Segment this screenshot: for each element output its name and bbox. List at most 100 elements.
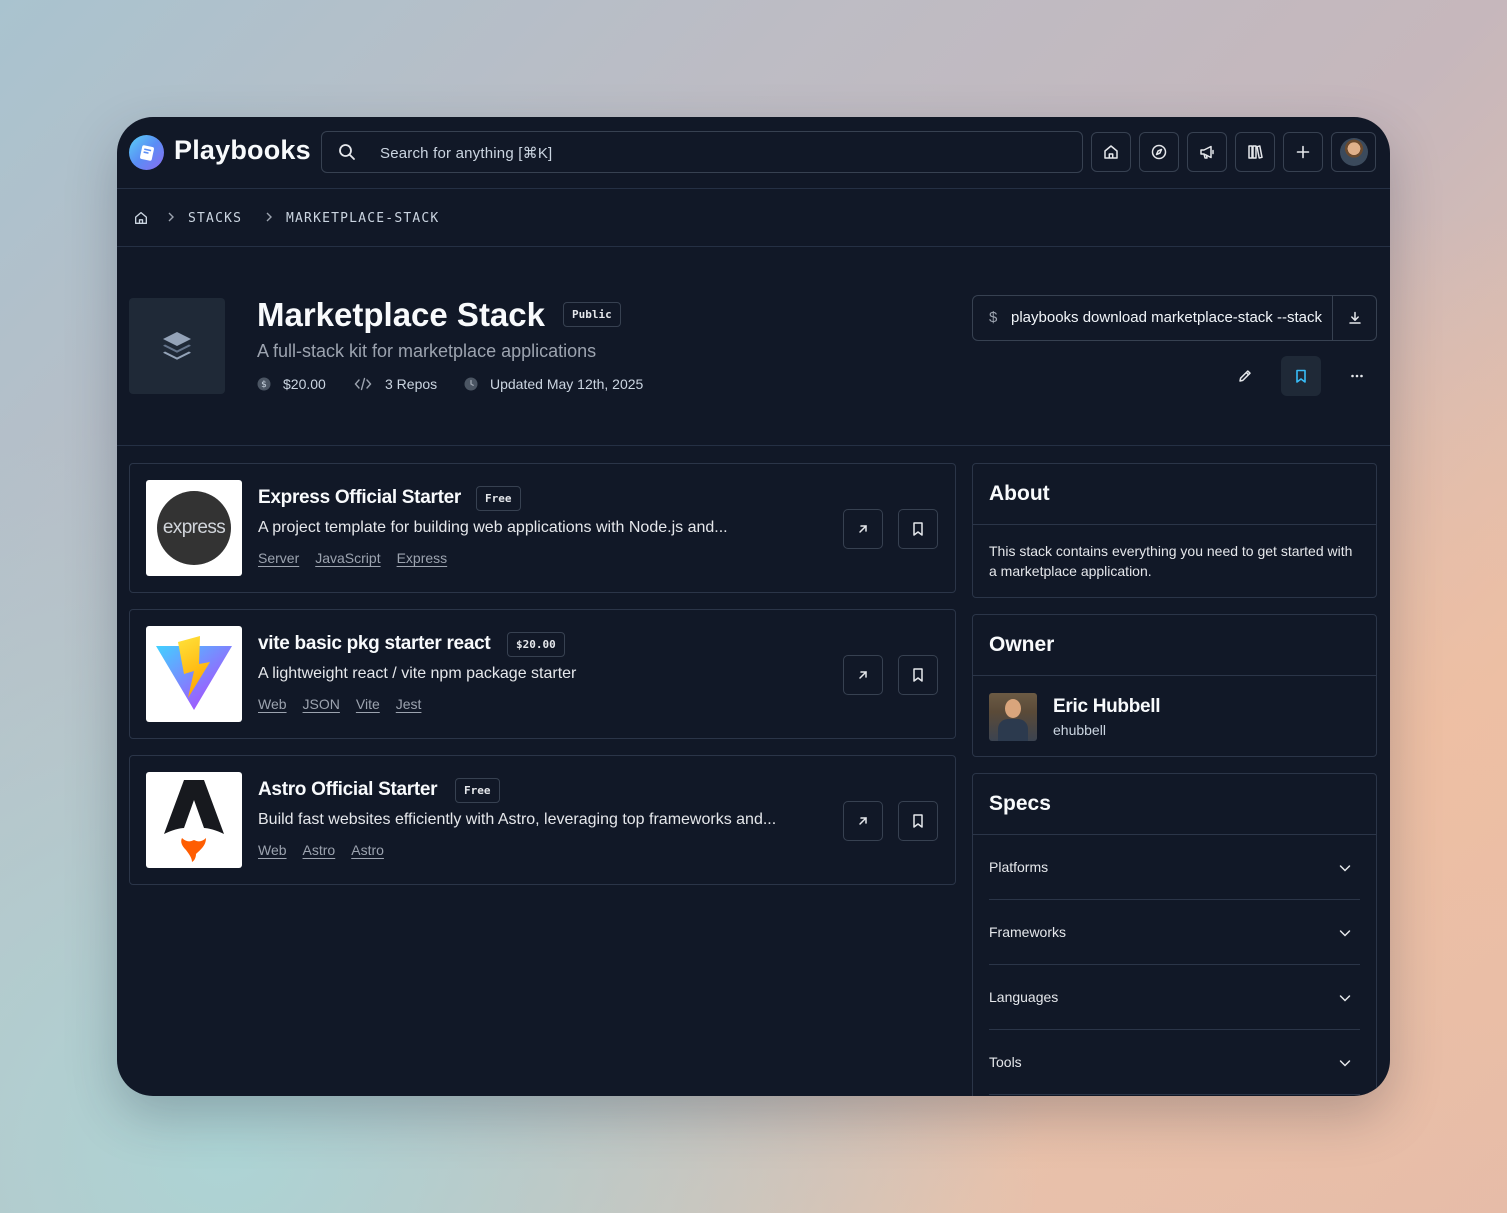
bookmark-icon [913,668,923,682]
tag-link[interactable]: Web [258,842,287,858]
spec-label: Frameworks [989,924,1067,940]
breadcrumb-stacks[interactable]: STACKS [188,211,242,226]
repo-tags: Server JavaScript Express [258,550,447,566]
about-text: This stack contains everything you need … [989,543,1353,579]
command-prefix: $ [989,309,998,326]
bookmark-icon [913,814,923,828]
open-repo-button[interactable] [843,509,883,549]
express-logo: express [146,480,242,576]
spec-accordion-platforms[interactable]: Platforms [989,835,1360,900]
owner-card[interactable]: Eric Hubbell ehubbell [973,676,1376,756]
vite-logo [146,626,242,722]
more-horizontal-icon [1351,374,1363,378]
tag-link[interactable]: JSON [303,696,340,712]
tag-link[interactable]: Astro [351,842,384,858]
tag-link[interactable]: Jest [396,696,422,712]
stack-layers-icon [129,298,225,394]
repo-name[interactable]: Astro Official Starter [258,779,438,801]
stack-subtitle: A full-stack kit for marketplace applica… [257,341,597,361]
compass-icon [1151,144,1167,160]
search-icon [337,142,357,167]
explore-button[interactable] [1139,132,1179,172]
arrow-up-right-icon [859,525,867,533]
create-button[interactable] [1283,132,1323,172]
tag-link[interactable]: Express [397,550,448,566]
page-title: Marketplace Stack [257,296,545,333]
repo-description: A project template for building web appl… [258,519,728,536]
chevron-down-icon [1338,1056,1352,1075]
visibility-badge: Public [563,302,621,327]
avatar [1339,138,1368,166]
library-button[interactable] [1235,132,1275,172]
owner-title: Owner [973,615,1376,676]
breadcrumb: STACKS MARKETPLACE-STACK [117,190,1390,247]
repo-card[interactable]: vite basic pkg starter react $20.00 A li… [129,609,956,739]
bookmark-repo-button[interactable] [898,509,938,549]
top-bar: Playbooks Search for anything [⌘K] [117,117,1390,189]
arrow-up-right-icon [859,817,867,825]
bookmark-repo-button[interactable] [898,655,938,695]
brand-name[interactable]: Playbooks [174,135,311,166]
tag-link[interactable]: Astro [303,842,336,858]
open-repo-button[interactable] [843,801,883,841]
svg-text:$: $ [261,380,267,390]
about-title: About [973,464,1376,525]
edit-button[interactable] [1225,356,1265,396]
search-input[interactable]: Search for anything [⌘K] [321,131,1083,173]
spec-accordion-frameworks[interactable]: Frameworks [989,900,1360,965]
breadcrumb-home-icon[interactable] [133,210,149,231]
open-repo-button[interactable] [843,655,883,695]
chevron-right-icon [262,210,276,229]
updated-date: Updated May 12th, 2025 [490,376,644,392]
spec-accordion-tools[interactable]: Tools [989,1030,1360,1095]
clock-icon [464,377,478,396]
tag-link[interactable]: Server [258,550,299,566]
spec-accordion-languages[interactable]: Languages [989,965,1360,1030]
chevron-right-icon [164,210,178,229]
price-badge: Free [476,486,521,511]
bookmark-repo-button[interactable] [898,801,938,841]
price-badge: $20.00 [507,632,565,657]
repo-card[interactable]: express Express Official Starter Free A … [129,463,956,593]
chevron-down-icon [1338,991,1352,1010]
tag-link[interactable]: JavaScript [315,550,380,566]
repo-card[interactable]: Astro Official Starter Free Build fast w… [129,755,956,885]
owner-name[interactable]: Eric Hubbell [1053,696,1161,718]
owner-panel: Owner Eric Hubbell ehubbell [972,614,1377,757]
download-command-box[interactable]: $ playbooks download marketplace-stack -… [972,295,1377,341]
spec-label: Platforms [989,859,1049,875]
playbooks-logo-icon[interactable] [129,135,164,170]
download-button[interactable] [1332,296,1376,340]
user-avatar-button[interactable] [1331,132,1376,172]
chevron-down-icon [1338,926,1352,945]
price-icon: $ [257,377,271,396]
download-command[interactable]: playbooks download marketplace-stack --s… [1011,309,1323,326]
express-logo-text: express [162,517,226,538]
repo-description: Build fast websites efficiently with Ast… [258,811,777,828]
chevron-down-icon [1338,861,1352,880]
home-button[interactable] [1091,132,1131,172]
announcements-button[interactable] [1187,132,1227,172]
tag-link[interactable]: Vite [356,696,380,712]
price-badge: Free [455,778,500,803]
repo-tags: Web Astro Astro [258,842,384,858]
repo-name[interactable]: vite basic pkg starter react [258,633,491,655]
arrow-up-right-icon [859,671,867,679]
more-options-button[interactable] [1337,356,1377,396]
bookmark-stack-button[interactable] [1281,356,1321,396]
astro-logo [146,772,242,868]
breadcrumb-current[interactable]: MARKETPLACE-STACK [286,211,439,226]
app-window: Playbooks Search for anything [⌘K] STACK… [117,117,1390,1096]
owner-avatar[interactable] [989,693,1037,741]
repo-name[interactable]: Express Official Starter [258,487,461,509]
plus-icon [1296,145,1310,159]
stack-price: $20.00 [283,376,326,392]
stack-header: Marketplace Stack Public A full-stack ki… [117,248,1390,446]
download-icon [1348,311,1361,324]
owner-username: ehubbell [1053,722,1106,738]
pencil-icon [1239,370,1251,382]
bookmark-icon [1296,369,1306,383]
library-icon [1248,145,1263,159]
spec-label: Languages [989,989,1059,1005]
tag-link[interactable]: Web [258,696,287,712]
